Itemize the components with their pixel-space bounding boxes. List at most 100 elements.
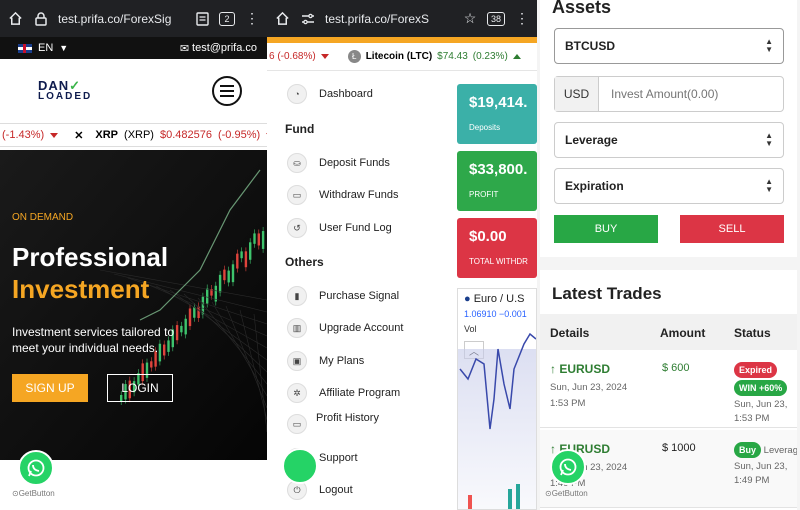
assets-form: Assets BTCUSD ▲▼ USD Leverage ▲▼ Expirat… [540,0,797,257]
login-button[interactable]: LOGIN [107,374,173,402]
sidebar-item-label: Support [319,452,358,464]
down-triangle-icon [320,54,329,59]
sidebar-item-fund-log[interactable]: ↺ User Fund Log [287,218,392,238]
url-bar[interactable]: test.prifa.co/ForexSig [58,12,185,26]
profit-card: $33,800. PROFIT [457,151,537,211]
column-status: Status [734,326,771,340]
ticker-symbol-paren: (XRP) [124,129,154,141]
sidebar-item-label: Affiliate Program [319,387,401,399]
leverage-select[interactable]: Leverage ▲ ▼ [554,122,784,158]
select-arrows-icon: ▲ ▼ [765,131,773,148]
whatsapp-icon [559,458,577,476]
language-label: EN [38,42,54,54]
sidebar-item-affiliate[interactable]: ✲ Affiliate Program [287,383,400,403]
lock-icon[interactable] [32,10,50,28]
amount-input-group: USD [554,76,784,112]
more-vertical-icon[interactable]: ⋮ [243,10,261,28]
ticker-name: Litecoin (LTC) [365,51,433,62]
signup-button[interactable]: SIGN UP [12,374,88,402]
getbutton-icon: ⊙ [12,489,19,498]
hero-title-line2: Investment [12,274,150,304]
assets-title: Assets [552,0,612,17]
tab-count-button[interactable]: 2 [219,11,235,26]
table-row[interactable]: ↑ EURUSD Sun, Jun 23, 2024 1:53 PM $ 600 … [540,350,797,428]
sell-button[interactable]: SELL [680,215,784,243]
leverage-select-value: Leverage [565,133,618,147]
getbutton-icon: ⊙ [545,489,552,498]
price-ticker: (-1.43%) ✕ XRP (XRP) $0.482576 (-0.95%) [0,123,267,147]
buy-button[interactable]: BUY [554,215,658,243]
sidebar-item-label: Deposit Funds [319,157,390,169]
star-icon[interactable]: ☆ [461,10,479,28]
more-vertical-icon[interactable]: ⋮ [513,10,531,28]
withdrawals-label: TOTAL WITHDR [469,257,528,266]
uk-flag-icon [18,43,32,53]
history-icon: ↺ [287,218,307,238]
ticker-price: $74.43 [437,51,468,62]
down-triangle-icon [50,132,59,138]
menu-toggle-button[interactable] [212,76,242,106]
sidebar-item-label: Profit History [316,412,379,424]
contact-email[interactable]: ✉ test@prifa.co [180,42,257,55]
site-settings-icon[interactable] [299,10,317,28]
ticker-change: (-0.95%) [217,129,261,141]
asset-select-value: BTCUSD [565,39,615,53]
building-icon: ▥ [287,318,307,338]
ticker-change: (0.23%) [472,51,508,62]
ticker-prev-change: (-1.43%) [2,129,45,141]
getbutton-credit[interactable]: ⊙GetButton [545,489,588,498]
section-heading-fund: Fund [285,122,315,136]
trade-amount: $ 1000 [662,442,696,454]
site-logo[interactable]: DAN✓ LOADED [38,79,92,102]
sidebar-item-withdraw[interactable]: ▭ Withdraw Funds [287,185,398,205]
sidebar-item-label: My Plans [319,355,365,367]
language-bar: EN ▼ ✉ test@prifa.co [0,37,267,59]
whatsapp-icon [27,459,45,477]
ticker-prev-change: 6 (-0.68%) [269,51,316,62]
chevron-down-icon: ▼ [59,43,69,53]
deposits-card: $19,414. Deposits [457,84,537,144]
url-bar[interactable]: test.prifa.co/ForexS [325,12,453,26]
sidebar-item-purchase-signal[interactable]: ▮ Purchase Signal [287,286,399,306]
trades-title: Latest Trades [552,284,662,303]
getbutton-credit[interactable]: ⊙GetButton [12,489,55,498]
reader-icon[interactable] [193,10,211,28]
home-icon[interactable] [6,10,24,28]
dashboard-panel: test.prifa.co/ForexS ☆ 38 ⋮ 6 (-0.68%) Ł… [267,0,537,510]
price-ticker: 6 (-0.68%) Ł Litecoin (LTC) $74.43 (0.23… [267,43,537,71]
amount-input[interactable] [599,77,783,111]
deposits-label: Deposits [469,123,501,132]
forex-mini-chart[interactable]: ● Euro / U.S 1.06910 −0.001 Vol ︿ [457,288,537,510]
asset-select[interactable]: BTCUSD ▲ ▼ [554,28,784,64]
result-badge: WIN +60% [734,380,788,396]
sidebar-item-deposit[interactable]: ⛀ Deposit Funds [287,153,390,173]
whatsapp-button[interactable] [18,450,54,486]
deposits-value: $19,414. [469,94,528,111]
expiration-select[interactable]: Expiration ▲ ▼ [554,168,784,204]
sidebar-item-profit-history[interactable]: ▭ Profit History [287,412,382,434]
withdrawals-card: $0.00 TOTAL WITHDR [457,218,537,278]
language-selector[interactable]: EN ▼ [18,42,68,54]
email-text: test@prifa.co [192,42,257,54]
profit-value: $33,800. [469,161,528,178]
sidebar-item-my-plans[interactable]: ▣ My Plans [287,351,364,371]
whatsapp-button-2 [282,448,318,484]
status-badge: Buy [734,442,762,458]
trade-status: Buy Leverag Sun, Jun 23, 1:49 PM [734,442,797,488]
home-icon[interactable] [273,10,291,28]
mini-chart-plot [458,332,536,509]
hero-banner: ON DEMAND Professional Investment Invest… [0,150,267,460]
litecoin-icon: Ł [347,50,361,63]
arrow-up-icon: ↑ [550,362,556,376]
hero-eyebrow: ON DEMAND [12,212,74,223]
gauge-icon: ◔ [287,84,307,104]
whatsapp-button[interactable] [550,449,586,485]
money-bill-icon: ▭ [287,185,307,205]
sidebar-item-dashboard[interactable]: ◔ Dashboard [287,84,373,104]
hero-description: Investment services tailored to meet you… [12,325,175,355]
browser-bar: test.prifa.co/ForexSig 2 ⋮ [0,0,267,37]
ticker-symbol: XRP [95,129,119,141]
up-triangle-icon [512,54,521,59]
sidebar-item-upgrade[interactable]: ▥ Upgrade Account [287,318,403,338]
tab-count-button[interactable]: 38 [487,11,505,26]
